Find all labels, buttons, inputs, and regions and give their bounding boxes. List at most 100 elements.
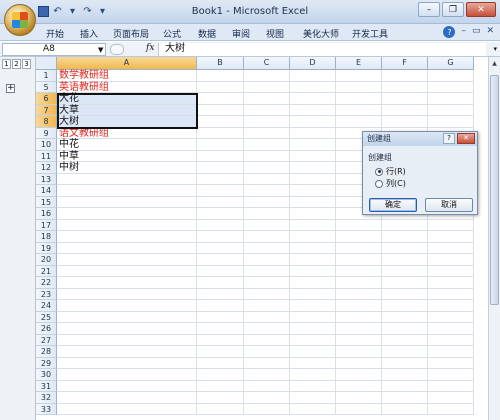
- cell-e25[interactable]: [336, 311, 382, 323]
- cell-g7[interactable]: [428, 104, 474, 116]
- cell-b19[interactable]: [197, 242, 244, 254]
- cell-b6[interactable]: [197, 93, 244, 105]
- cell-g33[interactable]: [428, 403, 474, 415]
- cell-b8[interactable]: [197, 116, 244, 128]
- cell-b28[interactable]: [197, 346, 244, 358]
- cell-b26[interactable]: [197, 323, 244, 335]
- cell-g17[interactable]: [428, 219, 474, 231]
- column-header-f[interactable]: F: [382, 57, 428, 70]
- cell-c15[interactable]: [244, 196, 290, 208]
- cell-g19[interactable]: [428, 242, 474, 254]
- row-header[interactable]: 31: [36, 380, 57, 392]
- cancel-button[interactable]: 取消: [425, 198, 473, 212]
- workbook-restore-icon[interactable]: ▭: [472, 26, 481, 38]
- cell-a25[interactable]: [57, 311, 197, 323]
- radio-unselected-icon[interactable]: [375, 179, 383, 188]
- tab-review[interactable]: 审阅: [232, 27, 250, 40]
- expand-formula-bar-icon[interactable]: ▾: [493, 45, 497, 53]
- cell-d30[interactable]: [290, 369, 336, 381]
- cell-b27[interactable]: [197, 334, 244, 346]
- outline-level-3-button[interactable]: 3: [22, 59, 31, 69]
- cell-d32[interactable]: [290, 392, 336, 404]
- cell-b13[interactable]: [197, 173, 244, 185]
- cell-a28[interactable]: [57, 346, 197, 358]
- cell-f6[interactable]: [382, 93, 428, 105]
- column-header-b[interactable]: B: [197, 57, 244, 70]
- cell-d14[interactable]: [290, 185, 336, 197]
- cell-d8[interactable]: [290, 116, 336, 128]
- cell-g5[interactable]: [428, 81, 474, 93]
- row-header[interactable]: 15: [36, 196, 57, 208]
- cell-g26[interactable]: [428, 323, 474, 335]
- cell-a20[interactable]: [57, 254, 197, 266]
- name-box-dropdown-icon[interactable]: ▼: [98, 46, 103, 54]
- cell-b25[interactable]: [197, 311, 244, 323]
- cell-e33[interactable]: [336, 403, 382, 415]
- help-icon[interactable]: ?: [443, 26, 456, 38]
- cell-b1[interactable]: [197, 70, 244, 82]
- row-header[interactable]: 25: [36, 311, 57, 323]
- cell-c29[interactable]: [244, 357, 290, 369]
- cell-g28[interactable]: [428, 346, 474, 358]
- cell-c20[interactable]: [244, 254, 290, 266]
- workbook-minimize-icon[interactable]: –: [461, 26, 466, 38]
- cell-a16[interactable]: [57, 208, 197, 220]
- cell-e22[interactable]: [336, 277, 382, 289]
- cell-f8[interactable]: [382, 116, 428, 128]
- cell-f20[interactable]: [382, 254, 428, 266]
- cell-c24[interactable]: [244, 300, 290, 312]
- row-header[interactable]: 1: [36, 70, 57, 82]
- row-header[interactable]: 30: [36, 369, 57, 381]
- cell-c18[interactable]: [244, 231, 290, 243]
- cell-f19[interactable]: [382, 242, 428, 254]
- cell-f30[interactable]: [382, 369, 428, 381]
- cell-g6[interactable]: [428, 93, 474, 105]
- cell-c23[interactable]: [244, 288, 290, 300]
- cell-a19[interactable]: [57, 242, 197, 254]
- tab-beautify-master[interactable]: 美化大师: [303, 27, 339, 40]
- cell-c16[interactable]: [244, 208, 290, 220]
- cell-d7[interactable]: [290, 104, 336, 116]
- row-header[interactable]: 23: [36, 288, 57, 300]
- cell-g29[interactable]: [428, 357, 474, 369]
- cell-c5[interactable]: [244, 81, 290, 93]
- row-header[interactable]: 24: [36, 300, 57, 312]
- cell-f23[interactable]: [382, 288, 428, 300]
- cell-c12[interactable]: [244, 162, 290, 174]
- cell-e5[interactable]: [336, 81, 382, 93]
- radio-rows[interactable]: 行(R): [375, 166, 406, 177]
- row-header[interactable]: 6: [36, 93, 57, 105]
- cell-f33[interactable]: [382, 403, 428, 415]
- tab-page-layout[interactable]: 页面布局: [113, 27, 149, 40]
- cell-d16[interactable]: [290, 208, 336, 220]
- cell-e7[interactable]: [336, 104, 382, 116]
- cell-f21[interactable]: [382, 265, 428, 277]
- cell-a27[interactable]: [57, 334, 197, 346]
- minimize-button[interactable]: –: [418, 2, 440, 17]
- column-header-g[interactable]: G: [428, 57, 474, 70]
- ok-button[interactable]: 确定: [369, 198, 417, 212]
- cell-b12[interactable]: [197, 162, 244, 174]
- tab-home[interactable]: 开始: [46, 27, 64, 40]
- cell-a14[interactable]: [57, 185, 197, 197]
- cell-b15[interactable]: [197, 196, 244, 208]
- cell-c11[interactable]: [244, 150, 290, 162]
- office-button[interactable]: [4, 4, 36, 36]
- cell-c19[interactable]: [244, 242, 290, 254]
- close-button[interactable]: ✕: [466, 2, 496, 17]
- cell-a33[interactable]: [57, 403, 197, 415]
- cell-b20[interactable]: [197, 254, 244, 266]
- cell-d15[interactable]: [290, 196, 336, 208]
- cell-d1[interactable]: [290, 70, 336, 82]
- row-header[interactable]: 5: [36, 81, 57, 93]
- row-header[interactable]: 20: [36, 254, 57, 266]
- cell-c8[interactable]: [244, 116, 290, 128]
- cell-d9[interactable]: [290, 127, 336, 139]
- cell-d17[interactable]: [290, 219, 336, 231]
- cell-b18[interactable]: [197, 231, 244, 243]
- cell-d19[interactable]: [290, 242, 336, 254]
- dialog-help-icon[interactable]: ?: [443, 133, 455, 144]
- cell-e30[interactable]: [336, 369, 382, 381]
- cell-d12[interactable]: [290, 162, 336, 174]
- column-header-a[interactable]: A: [57, 57, 197, 70]
